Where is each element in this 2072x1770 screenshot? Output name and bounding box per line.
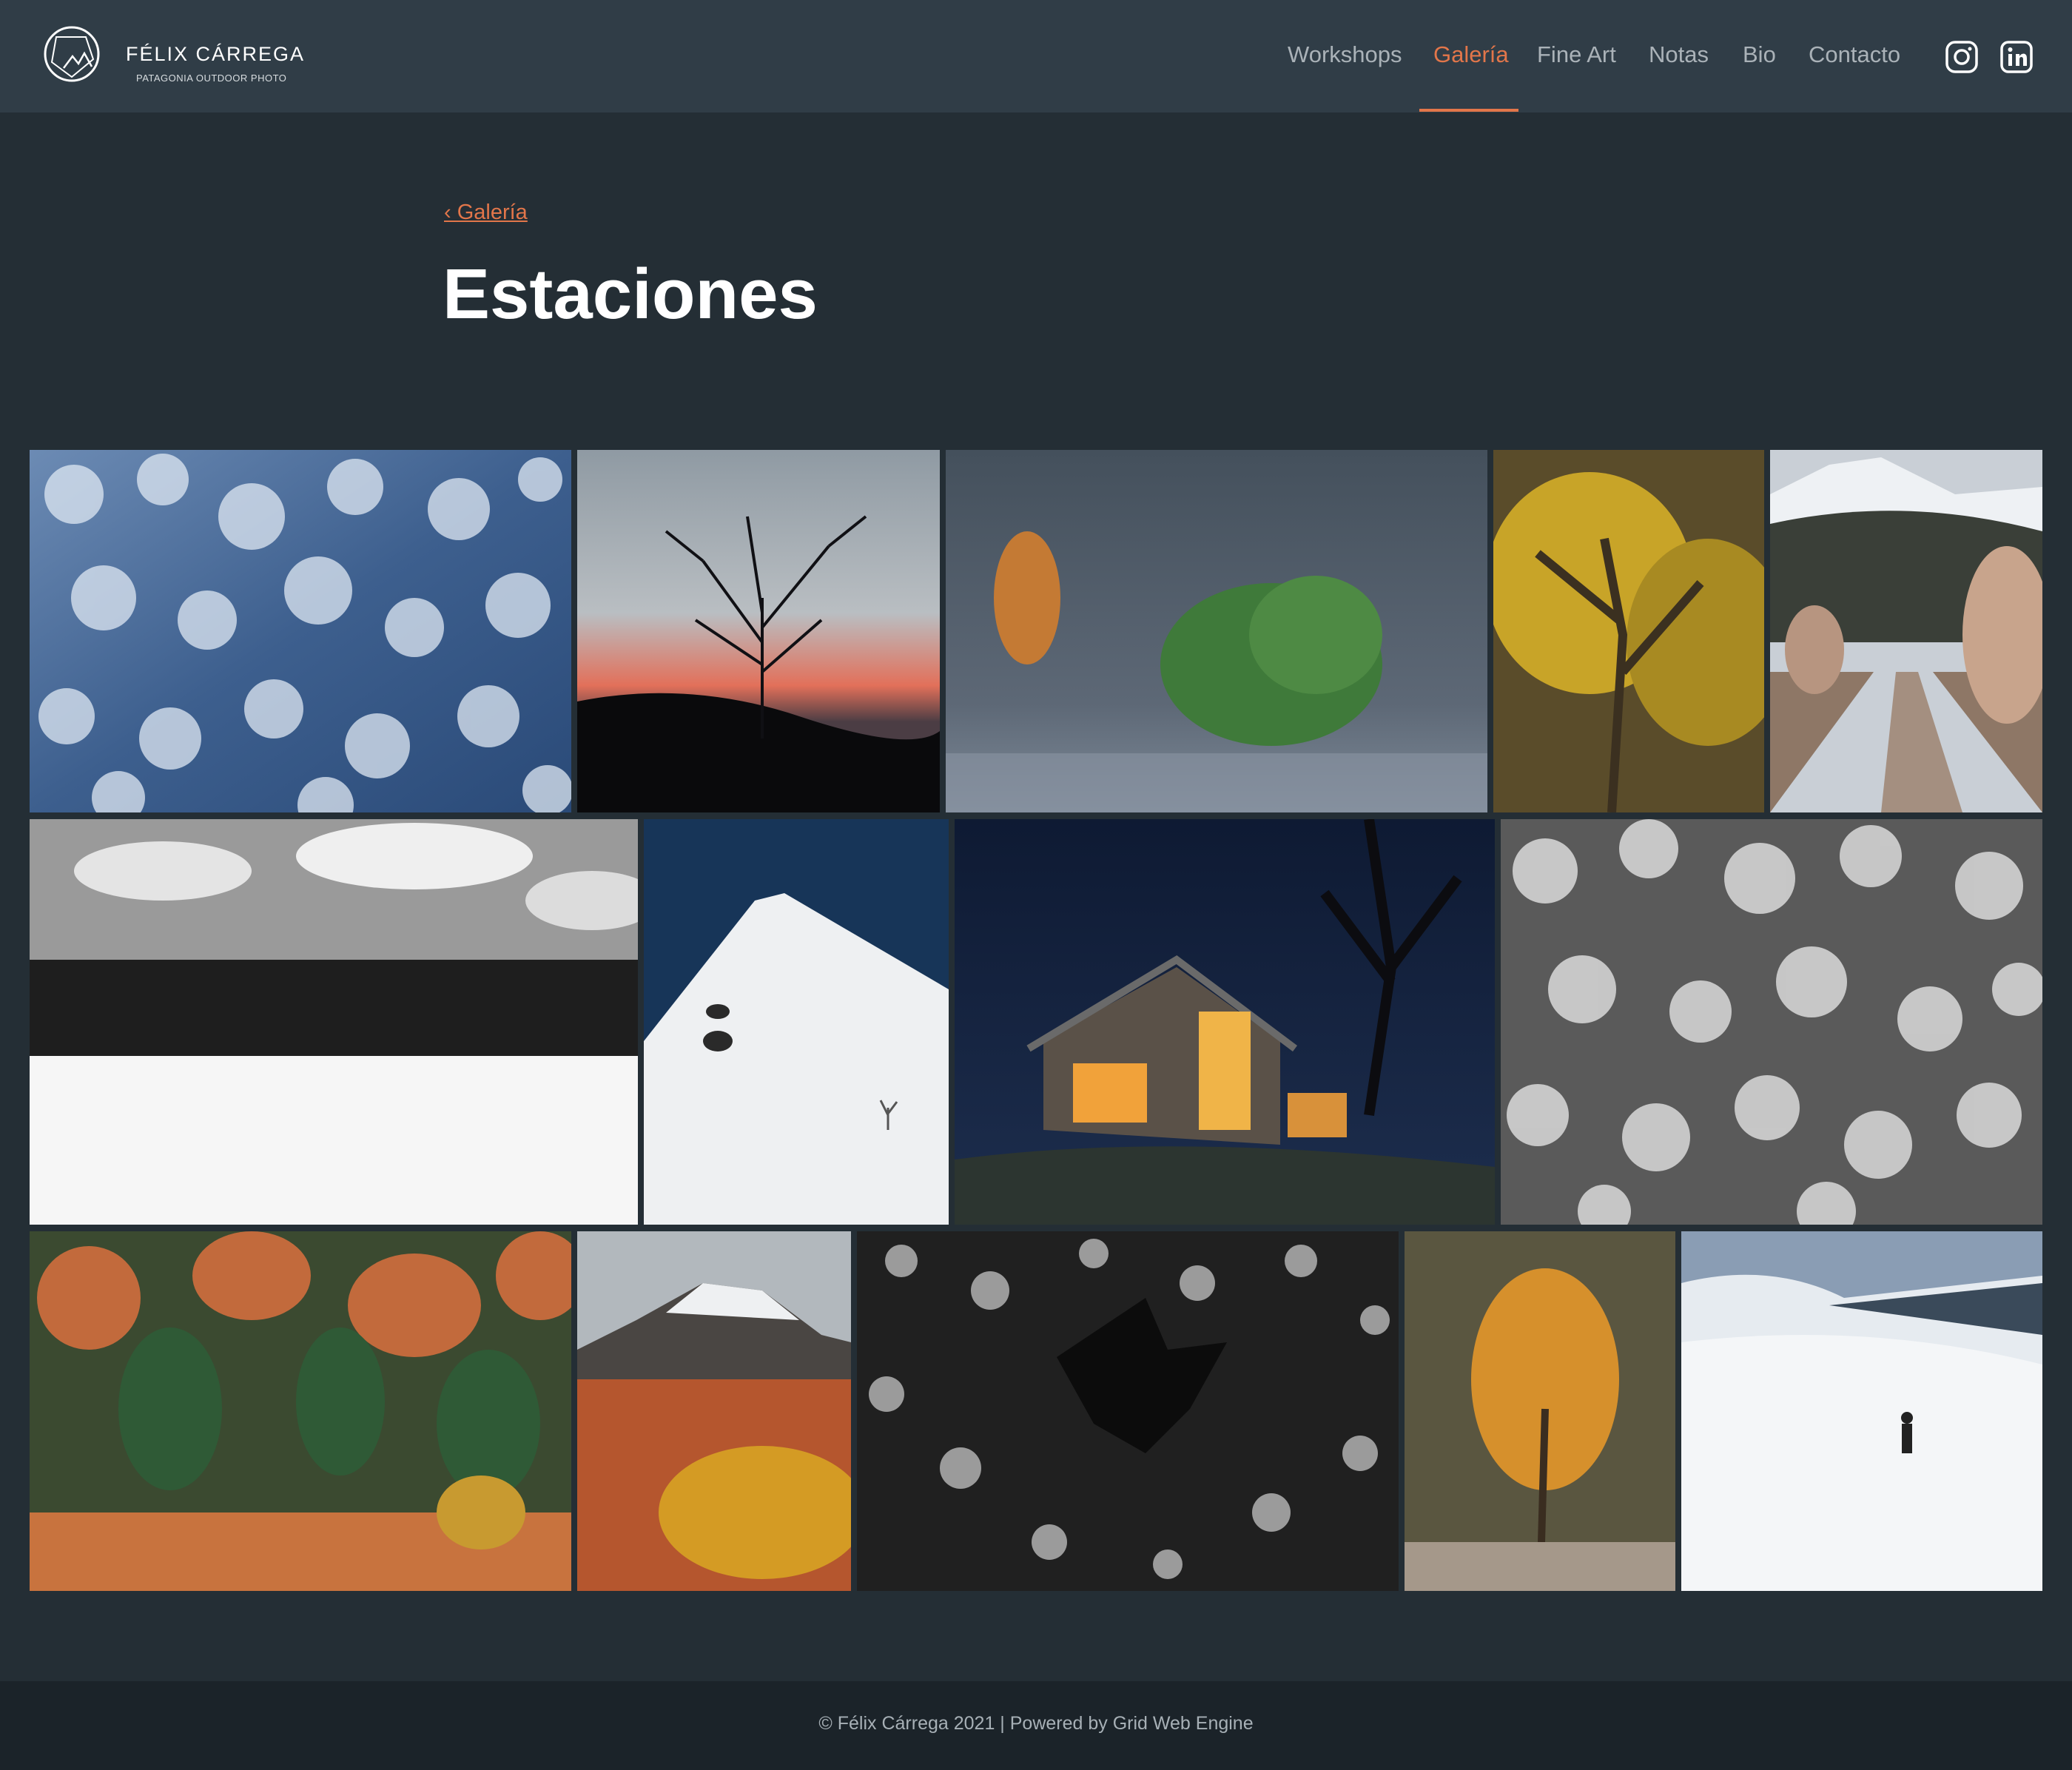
footer-copyright: © Félix Cárrega 2021 | Powered by Grid W…	[818, 1713, 1254, 1734]
nav-galeria[interactable]: Galería	[1433, 41, 1509, 68]
nav-active-indicator	[1419, 109, 1518, 112]
site-name[interactable]: FÉLIX CÁRREGA	[126, 43, 305, 66]
gallery-photo[interactable]	[577, 450, 940, 812]
gallery-photo[interactable]	[30, 1231, 571, 1591]
gallery-photo[interactable]	[857, 1231, 1399, 1591]
site-footer: © Félix Cárrega 2021 | Powered by Grid W…	[0, 1681, 2072, 1770]
aperture-logo-icon[interactable]	[41, 24, 102, 84]
nav-notas[interactable]: Notas	[1649, 41, 1709, 68]
page-title: Estaciones	[443, 255, 818, 334]
gallery-photo[interactable]	[1405, 1231, 1675, 1591]
gallery-photo[interactable]	[1681, 1231, 2042, 1591]
gallery-photo[interactable]	[1770, 450, 2042, 812]
gallery-photo[interactable]	[577, 1231, 851, 1591]
gallery-photo[interactable]	[30, 819, 638, 1225]
gallery-photo[interactable]	[955, 819, 1495, 1225]
breadcrumb-back-link[interactable]: ‹ Galería	[444, 201, 528, 225]
site-tagline: PATAGONIA OUTDOOR PHOTO	[136, 73, 287, 84]
nav-contacto[interactable]: Contacto	[1809, 41, 1900, 68]
nav-workshops[interactable]: Workshops	[1288, 41, 1402, 68]
nav-fine-art[interactable]: Fine Art	[1537, 41, 1616, 68]
gallery-photo[interactable]	[946, 450, 1487, 812]
gallery-photo[interactable]	[644, 819, 949, 1225]
gallery-photo[interactable]	[30, 450, 571, 812]
gallery-photo[interactable]	[1493, 450, 1764, 812]
gallery-photo[interactable]	[1501, 819, 2042, 1225]
instagram-icon[interactable]	[1945, 40, 1979, 74]
linkedin-icon[interactable]	[1999, 40, 2034, 74]
site-header: FÉLIX CÁRREGA PATAGONIA OUTDOOR PHOTO Wo…	[0, 0, 2072, 112]
nav-bio[interactable]: Bio	[1743, 41, 1776, 68]
